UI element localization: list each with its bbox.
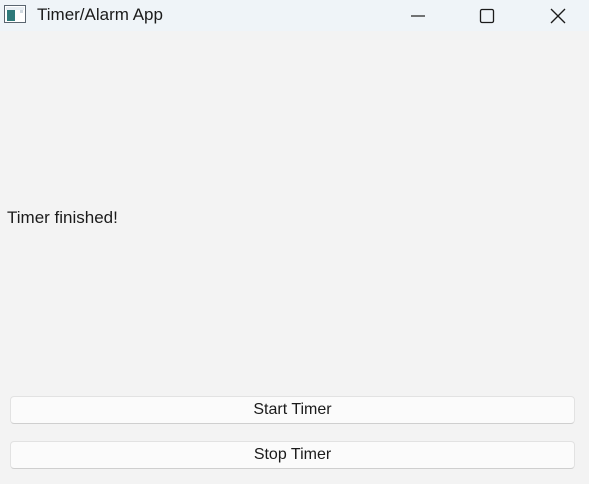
maximize-button[interactable]: [464, 0, 510, 31]
app-icon: [4, 5, 26, 23]
timer-status-label: Timer finished!: [7, 208, 118, 227]
maximize-icon: [479, 8, 495, 23]
minimize-button[interactable]: [395, 0, 441, 31]
minimize-icon: [411, 14, 425, 17]
close-icon: [550, 8, 566, 23]
title-bar[interactable]: Timer/Alarm App: [0, 0, 589, 31]
close-button[interactable]: [535, 0, 581, 31]
window-title: Timer/Alarm App: [37, 5, 163, 24]
start-timer-button[interactable]: Start Timer: [10, 396, 575, 424]
app-window: Timer/Alarm App Timer finished! Start Ti…: [0, 0, 589, 484]
stop-timer-button[interactable]: Stop Timer: [10, 441, 575, 469]
